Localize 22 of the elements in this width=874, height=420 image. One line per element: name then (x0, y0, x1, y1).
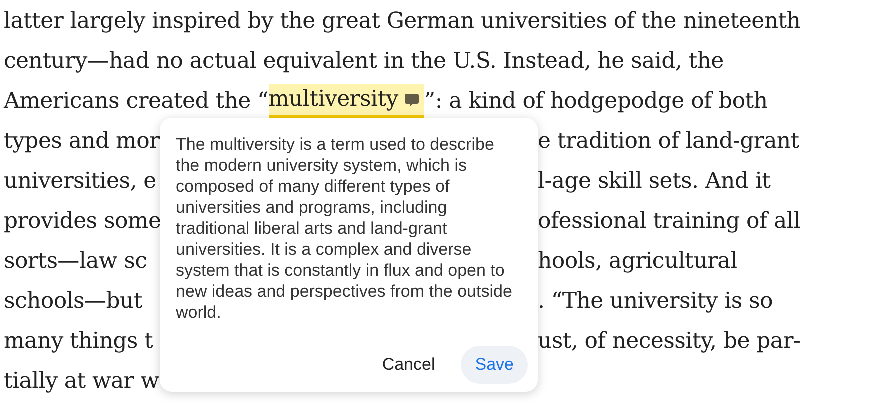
text-line: universities, e (4, 168, 156, 194)
text-line: . “The university is so (538, 288, 773, 316)
text-line: latter largely inspired by the great German universities of the nineteenth (4, 8, 801, 34)
text-line: sorts—law sc (4, 248, 148, 274)
text-line: ”: a kind of hodgepodge of both (424, 88, 768, 116)
save-button[interactable]: Save (461, 346, 528, 384)
text-line: hools, agricultural (538, 248, 738, 276)
text-line: types and mor (4, 128, 160, 154)
text-line: Americans created the “ (4, 88, 268, 116)
comment-icon[interactable] (404, 92, 420, 108)
text-line: l-age skill sets. And it (538, 168, 771, 196)
highlighted-text[interactable]: multiversity (268, 84, 424, 118)
text-line: ust, of necessity, be par- (538, 328, 801, 356)
text-line: century—had no actual equivalent in the U.S. Instead, he said, the (4, 48, 724, 74)
text-line: tially at war w (4, 368, 160, 394)
text-line: many things t (4, 328, 154, 354)
text-line: provides some (4, 208, 162, 234)
note-field[interactable]: The multiversity is a term used to describe the modern university system, which is composed of many different types of universities and programs, including traditional liberal arts and land-grant universities. It is a complex and diverse system that is constantly in flux and open to new ideas and perspectives from the outside world. (176, 134, 520, 334)
text-line: ofessional training of all (538, 208, 800, 236)
text-line: schools—but (4, 288, 142, 314)
cancel-button[interactable]: Cancel (368, 346, 450, 384)
text-line: e tradition of land-grant (538, 128, 800, 156)
